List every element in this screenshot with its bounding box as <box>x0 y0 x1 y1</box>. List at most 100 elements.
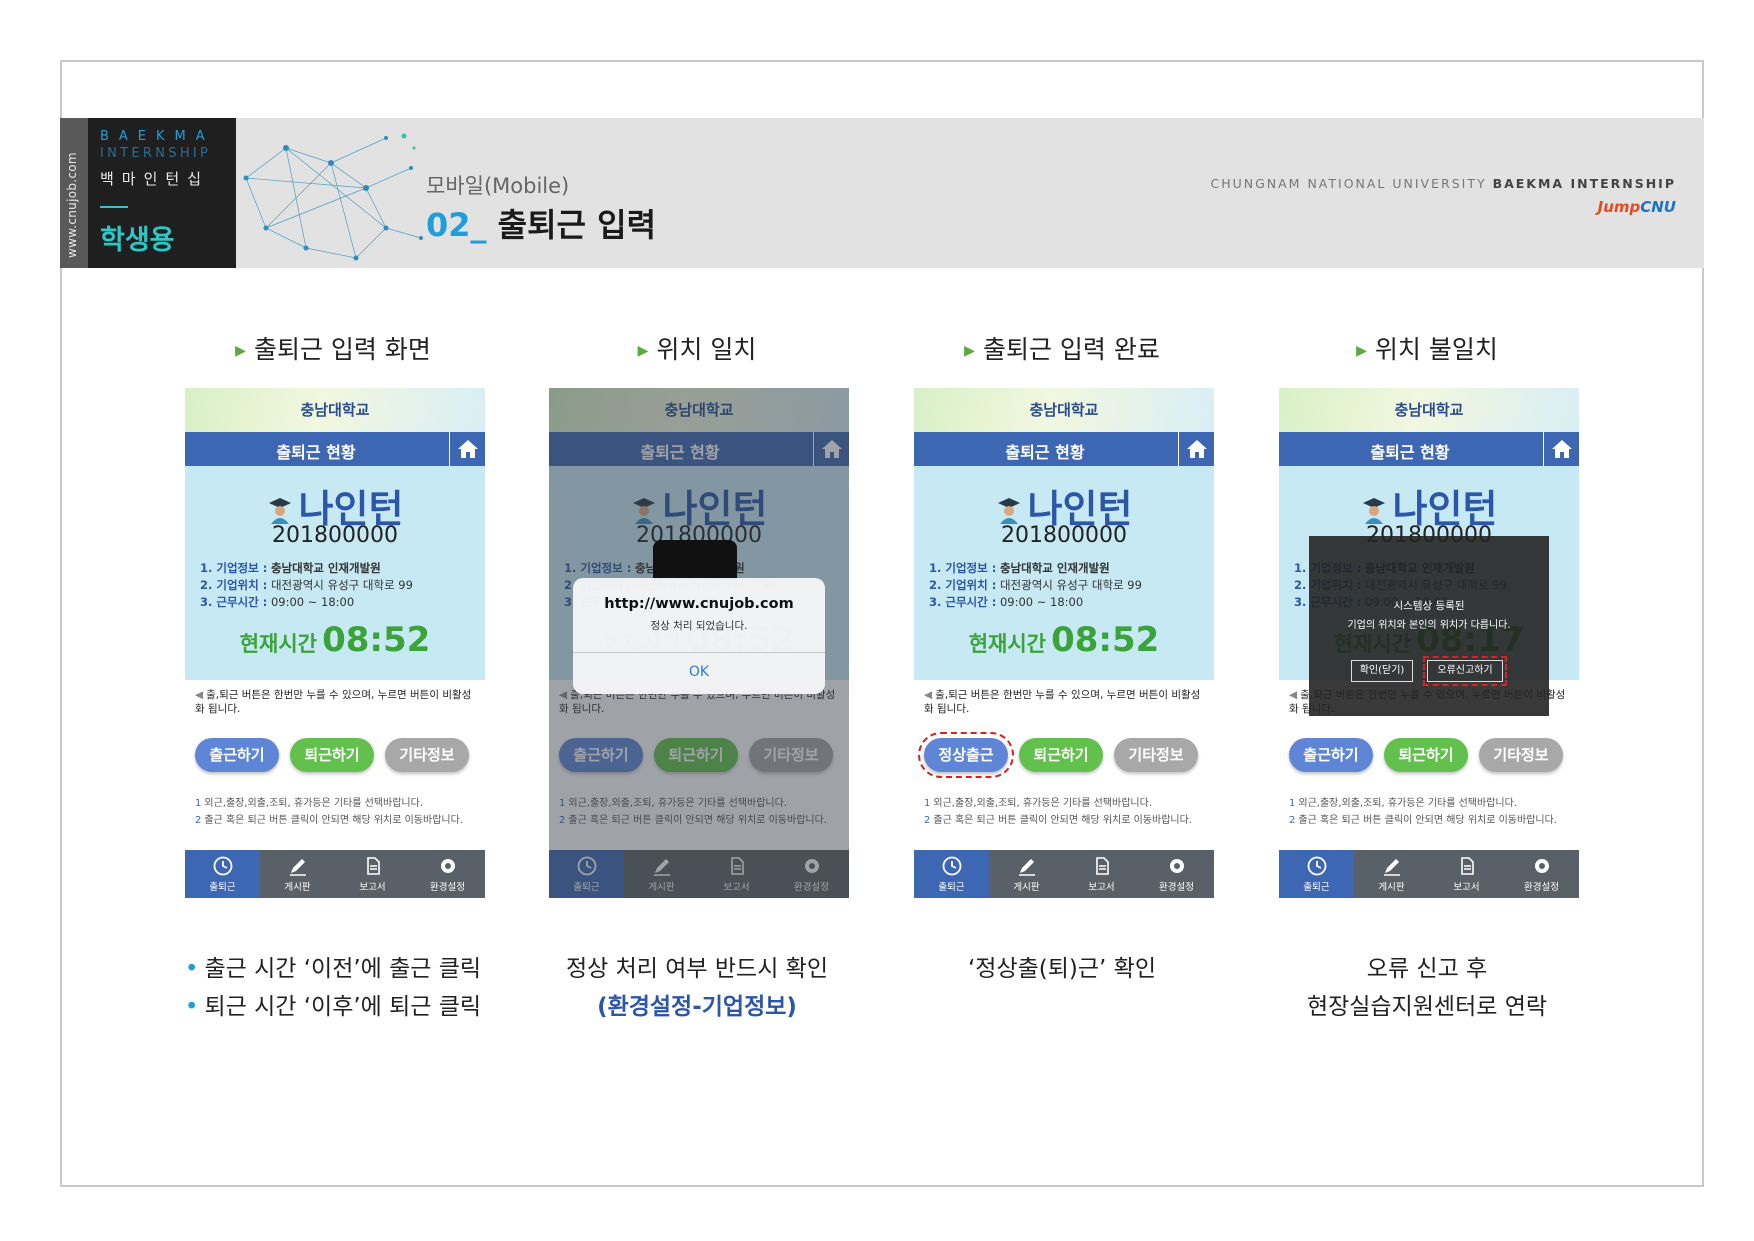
info-location-key: 2. 기업위치 : <box>200 578 268 592</box>
title-number: 02 <box>426 206 471 244</box>
caption-line1: 정상 처리 여부 반드시 확인 <box>565 956 828 982</box>
tab-report[interactable]: 보고서 <box>1429 850 1504 898</box>
tab-board[interactable]: 게시판 <box>260 850 335 898</box>
company-info: 1. 기업정보 : 충남대학교 인재개발원 2. 기업위치 : 대전광역시 유성… <box>929 560 1142 611</box>
step-column: ▶ 출퇴근 입력 완료 충남대학교 출퇴근 현황 나인턴 201800000 1.… <box>897 330 1227 982</box>
error-report-button[interactable]: 오류신고하기 <box>1423 656 1507 686</box>
tab-settings[interactable]: 환경설정 <box>410 850 485 898</box>
alert-divider <box>573 652 825 653</box>
logo-part1: Jump <box>1597 198 1641 216</box>
tab-settings[interactable]: 환경설정 <box>1504 850 1579 898</box>
alert-host: http://www.cnujob.com <box>604 596 794 612</box>
tab-attendance[interactable]: 출퇴근 <box>1279 850 1354 898</box>
checkout-button[interactable]: 퇴근하기 <box>1384 738 1468 772</box>
jump-cnu-logo: JumpCNU <box>1598 198 1676 216</box>
error-confirm-button[interactable]: 확인(닫기) <box>1351 660 1413 682</box>
step-title-text: 출퇴근 입력 완료 <box>982 335 1160 364</box>
info-hours-key: 3. 근무시간 : <box>929 595 997 609</box>
triangle-bullet-icon: ▶ <box>1356 343 1367 359</box>
note-2-text: 출근 혹은 퇴근 버튼 클릭이 안되면 해당 위치로 이동바랍니다. <box>1298 815 1557 826</box>
university-prefix: CHUNGNAM NATIONAL UNIVERSITY <box>1210 176 1493 191</box>
other-info-button[interactable]: 기타정보 <box>1114 738 1198 772</box>
step-title-text: 위치 불일치 <box>1374 335 1498 364</box>
clock-icon <box>185 855 260 877</box>
phone-screenshot: 충남대학교 출퇴근 현황 나인턴 201800000 1. 기업정보 : 충남대… <box>185 388 485 898</box>
tab-attendance-label: 출퇴근 <box>938 882 965 893</box>
tab-report[interactable]: 보고서 <box>335 850 410 898</box>
tab-report[interactable]: 보고서 <box>1064 850 1139 898</box>
bottom-tab-bar: 출퇴근 게시판 보고서 환경설정 <box>185 850 485 898</box>
usage-notes: 1 외근,출장,외출,조퇴, 휴가등은 기타를 선택바랍니다. 2 출근 혹은 퇴근… <box>1289 795 1573 829</box>
home-icon[interactable] <box>1543 432 1579 466</box>
info-location-key: 2. 기업위치 : <box>929 578 997 592</box>
step-title: ▶ 출퇴근 입력 완료 <box>897 330 1227 366</box>
page-header: www.cnujob.com BAEKMA INTERNSHIP 백마인턴십 학… <box>60 118 1704 268</box>
caption-line1-text: 출근 시간 ‘이전’에 출근 클릭 <box>204 956 482 982</box>
note-2: 2 출근 혹은 퇴근 버튼 클릭이 안되면 해당 위치로 이동바랍니다. <box>195 815 463 826</box>
tab-board[interactable]: 게시판 <box>1354 850 1429 898</box>
phone-screenshot: 충남대학교 출퇴근 현황 나인턴 201800000 1. 기업정보 : 충남대… <box>914 388 1214 898</box>
checkin-button[interactable]: 출근하기 <box>1289 738 1373 772</box>
tab-attendance[interactable]: 출퇴근 <box>914 850 989 898</box>
phone-title: 출퇴근 현황 <box>1005 443 1085 462</box>
other-info-button[interactable]: 기타정보 <box>385 738 469 772</box>
note-2: 2 출근 혹은 퇴근 버튼 클릭이 안되면 해당 위치로 이동바랍니다. <box>1289 815 1557 826</box>
gear-icon <box>1504 855 1579 877</box>
caption-line1: ‘정상출(퇴)근’ 확인 <box>968 956 1156 982</box>
caption-line1: 오류 신고 후 <box>1366 956 1488 982</box>
tab-attendance[interactable]: 출퇴근 <box>185 850 260 898</box>
tab-report-label: 보고서 <box>1453 882 1480 893</box>
other-info-button[interactable]: 기타정보 <box>1479 738 1563 772</box>
caption-line2: (환경설정-기업정보) <box>597 994 797 1020</box>
clock-icon <box>1279 855 1354 877</box>
phone-title: 출퇴근 현황 <box>276 443 356 462</box>
triangle-bullet-icon: ▶ <box>964 343 975 359</box>
info-hours-key: 3. 근무시간 : <box>200 595 268 609</box>
alert-dialog: http://www.cnujob.com 정상 처리 되었습니다. OK <box>573 578 825 694</box>
button-notice: ◀출,퇴근 버튼은 한번만 누를 수 있으며, 누르면 버튼이 비활성화 됩니다… <box>924 688 1208 716</box>
page-title: 02_ 출퇴근 입력 <box>426 200 656 246</box>
time-label: 현재시간 <box>968 632 1046 656</box>
brand-line1: BAEKMA <box>100 129 215 144</box>
tab-settings[interactable]: 환경설정 <box>1139 850 1214 898</box>
time-value: 08:52 <box>1051 620 1160 660</box>
note-1: 1 외근,출장,외출,조퇴, 휴가등은 기타를 선택바랍니다. <box>924 798 1153 809</box>
brand-line3: 백마인턴십 <box>100 170 210 188</box>
caption-line1: • 출근 시간 ‘이전’에 출근 클릭 <box>184 956 482 982</box>
pen-icon <box>1354 855 1429 877</box>
step-title: ▶ 위치 불일치 <box>1262 330 1592 366</box>
info-hours-val: 09:00 ~ 18:00 <box>270 595 355 609</box>
caption: 정상 처리 여부 반드시 확인 (환경설정-기업정보) <box>532 950 862 1026</box>
checkout-button[interactable]: 퇴근하기 <box>1019 738 1103 772</box>
info-hours: 3. 근무시간 : 09:00 ~ 18:00 <box>200 594 413 611</box>
note-2-text: 출근 혹은 퇴근 버튼 클릭이 안되면 해당 위치로 이동바랍니다. <box>204 815 463 826</box>
university-name: CHUNGNAM NATIONAL UNIVERSITY BAEKMA INTE… <box>1210 176 1676 191</box>
brand-block: BAEKMA INTERNSHIP 백마인턴십 학생용 <box>88 118 236 268</box>
document-icon <box>1429 855 1504 877</box>
current-time: 현재시간 08:52 <box>185 620 485 660</box>
home-icon[interactable] <box>449 432 485 466</box>
tab-attendance-label: 출퇴근 <box>1303 882 1330 893</box>
university-logo: 충남대학교 <box>300 401 370 419</box>
speaker-icon: ◀ <box>195 689 204 701</box>
home-icon[interactable] <box>1178 432 1214 466</box>
note-2-text: 출근 혹은 퇴근 버튼 클릭이 안되면 해당 위치로 이동바랍니다. <box>933 815 1192 826</box>
university-logo: 충남대학교 <box>1394 401 1464 419</box>
alert-ok-button[interactable]: OK <box>573 664 825 680</box>
caption: • 출근 시간 ‘이전’에 출근 클릭 • 퇴근 시간 ‘이후’에 퇴근 클릭 <box>168 950 498 1026</box>
step-title-text: 출퇴근 입력 화면 <box>253 335 431 364</box>
note-1-text: 외근,출장,외출,조퇴, 휴가등은 기타를 선택바랍니다. <box>204 798 424 809</box>
caption-line2: • 퇴근 시간 ‘이후’에 퇴근 클릭 <box>184 994 482 1020</box>
tab-board[interactable]: 게시판 <box>989 850 1064 898</box>
bottom-tab-bar: 출퇴근 게시판 보고서 환경설정 <box>1279 850 1579 898</box>
title-separator: _ <box>470 206 487 244</box>
notice-text: 출,퇴근 버튼은 한번만 누를 수 있으며, 누르면 버튼이 비활성화 됩니다. <box>924 689 1201 715</box>
checkout-button[interactable]: 퇴근하기 <box>290 738 374 772</box>
info-company: 1. 기업정보 : 충남대학교 인재개발원 <box>929 560 1142 577</box>
normal-checkin-button[interactable]: 정상출근 <box>918 732 1014 778</box>
checkin-button[interactable]: 출근하기 <box>195 738 279 772</box>
info-location: 2. 기업위치 : 대전광역시 유성구 대학로 99 <box>200 577 413 594</box>
step-title: ▶ 위치 일치 <box>532 330 862 366</box>
university-bold: BAEKMA INTERNSHIP <box>1492 176 1676 191</box>
company-info: 1. 기업정보 : 충남대학교 인재개발원 2. 기업위치 : 대전광역시 유성… <box>200 560 413 611</box>
